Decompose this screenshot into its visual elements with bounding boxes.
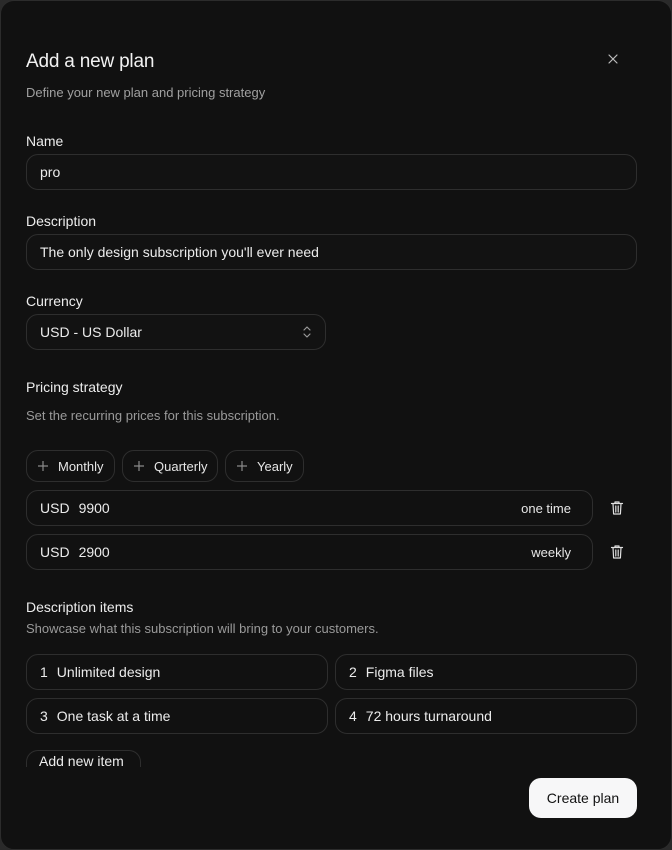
pricing-strategy-hint: Set the recurring prices for this subscr…	[26, 408, 280, 423]
add-quarterly-button[interactable]: Quarterly	[122, 450, 219, 482]
plus-icon	[133, 460, 145, 472]
chevron-up-down-icon	[302, 325, 312, 339]
add-plan-dialog: Add a new plan Define your new plan and …	[0, 0, 672, 850]
add-yearly-label: Yearly	[257, 458, 293, 474]
price-interval[interactable]: weekly	[531, 545, 571, 560]
scroll-clip: Add new item	[1, 601, 671, 767]
pricing-strategy-heading: Pricing strategy	[26, 379, 123, 395]
close-icon[interactable]	[605, 51, 621, 67]
price-currency: USD	[40, 500, 70, 516]
plus-icon	[236, 460, 248, 472]
name-input[interactable]	[40, 164, 623, 180]
currency-select[interactable]: USD - US Dollar	[26, 314, 326, 350]
currency-value: USD - US Dollar	[40, 324, 142, 340]
price-row[interactable]: USD 2900 weekly	[26, 534, 593, 570]
trash-icon[interactable]	[610, 500, 624, 516]
dialog-subtitle: Define your new plan and pricing strateg…	[26, 85, 266, 100]
add-yearly-button[interactable]: Yearly	[225, 450, 304, 482]
price-amount[interactable]: 9900	[79, 500, 522, 516]
price-row[interactable]: USD 9900 one time	[26, 490, 593, 526]
currency-label: Currency	[26, 293, 83, 309]
plus-icon	[37, 460, 49, 472]
description-label: Description	[26, 213, 97, 229]
add-monthly-label: Monthly	[58, 458, 104, 474]
create-plan-button[interactable]: Create plan	[529, 778, 637, 818]
add-quarterly-label: Quarterly	[154, 458, 208, 474]
dialog-title: Add a new plan	[26, 51, 155, 72]
trash-icon[interactable]	[610, 544, 624, 560]
name-field[interactable]	[26, 154, 637, 190]
name-label: Name	[26, 133, 64, 149]
add-monthly-button[interactable]: Monthly	[26, 450, 115, 482]
add-new-item-button[interactable]: Add new item	[26, 750, 141, 767]
description-field[interactable]	[26, 234, 637, 270]
price-currency: USD	[40, 544, 70, 560]
price-amount[interactable]: 2900	[79, 544, 532, 560]
price-interval[interactable]: one time	[521, 501, 571, 516]
description-input[interactable]	[40, 244, 623, 260]
